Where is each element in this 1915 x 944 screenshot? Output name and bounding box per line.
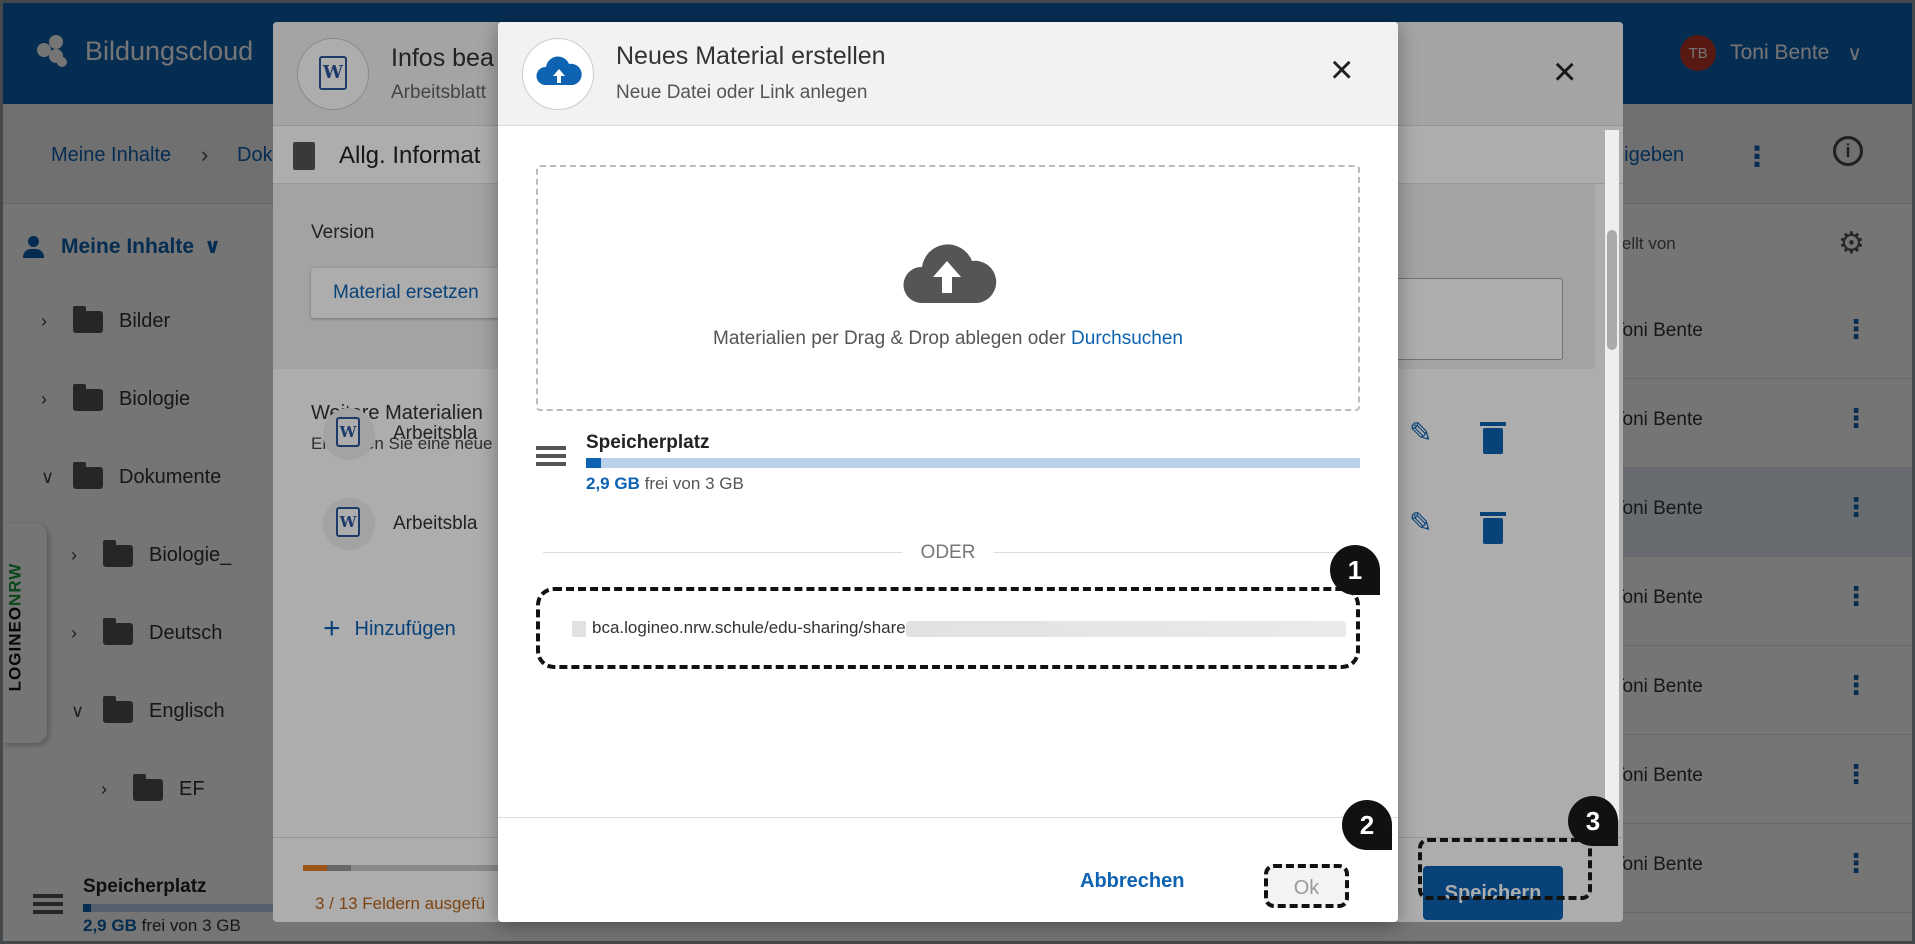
storage-indicator: Speicherplatz 2,9 GB frei von 3 GB [536, 432, 1360, 494]
drop-zone-text: Materialien per Drag & Drop ablegen oder… [713, 328, 1183, 349]
callout-marker-3: 3 [1568, 796, 1618, 846]
save-button-highlight [1418, 838, 1592, 900]
cancel-button[interactable]: Abbrechen [1080, 870, 1184, 893]
dialog-title: Neues Material erstellen [616, 42, 886, 70]
dialog-footer: Abbrechen Ok [498, 817, 1398, 922]
callout-marker-1: 1 [1330, 545, 1380, 595]
divider: ODER [543, 542, 1353, 564]
cloud-upload-icon [903, 244, 997, 303]
ok-button[interactable]: Ok [1264, 864, 1349, 908]
browse-link[interactable]: Durchsuchen [1071, 328, 1183, 349]
url-value: bca.logineo.nrw.schule/edu-sharing/share [592, 618, 906, 637]
storage-bar [586, 458, 1360, 468]
dialog-avatar [522, 38, 594, 110]
scrollbar[interactable] [1605, 130, 1619, 820]
storage-label: Speicherplatz [586, 432, 710, 453]
storage-text: 2,9 GB frei von 3 GB [586, 474, 744, 494]
url-input[interactable]: bca.logineo.nrw.schule/edu-sharing/share [550, 609, 1346, 647]
storage-free: 2,9 GB [586, 474, 640, 493]
cloud-upload-icon [536, 56, 582, 85]
callout-marker-2: 2 [1342, 800, 1392, 850]
redacted-text [905, 620, 1346, 637]
url-highlight: bca.logineo.nrw.schule/edu-sharing/share [536, 587, 1360, 669]
new-material-dialog: Neues Material erstellen Neue Datei oder… [498, 22, 1398, 922]
dialog-subtitle: Neue Datei oder Link anlegen [616, 82, 868, 103]
redacted-text [572, 620, 586, 637]
dialog-header: Neues Material erstellen Neue Datei oder… [498, 22, 1398, 126]
storage-icon [536, 446, 566, 470]
close-icon[interactable]: × [1330, 48, 1353, 93]
storage-of: frei von 3 GB [644, 474, 744, 493]
divider-label: ODER [902, 542, 994, 564]
drop-zone[interactable]: Materialien per Drag & Drop ablegen oder… [536, 165, 1360, 411]
